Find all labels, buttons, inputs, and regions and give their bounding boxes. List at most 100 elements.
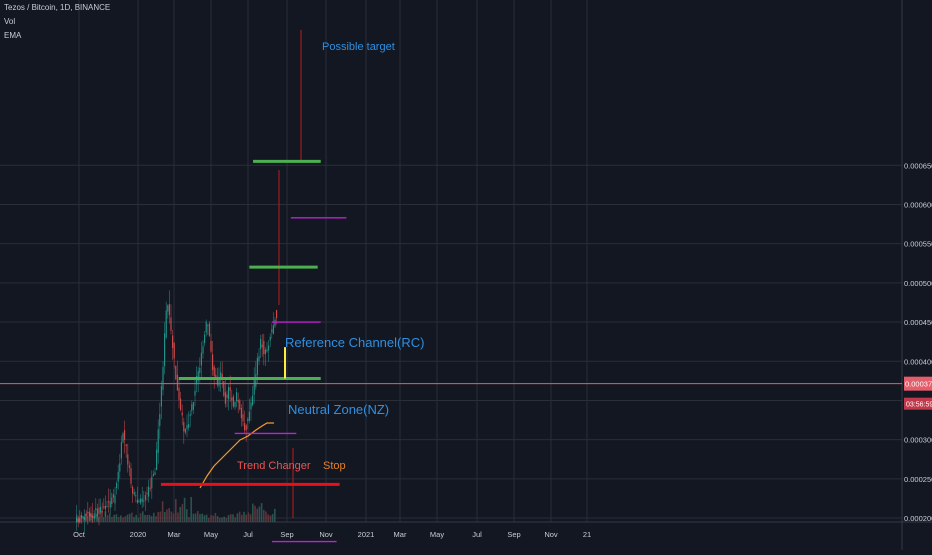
candle-body (213, 366, 215, 376)
volume-bar (247, 512, 250, 522)
candle-body (144, 495, 146, 501)
candle-body (146, 492, 148, 495)
volume-bar (181, 504, 184, 522)
candle-body (120, 442, 122, 459)
candle-body (100, 506, 102, 513)
time-tick-label: Nov (544, 530, 558, 539)
candle-body (188, 424, 190, 428)
candle-body (93, 515, 95, 519)
volume-bar (157, 511, 159, 522)
price-tick-label: 0.0006500 (904, 161, 932, 170)
candle-body (90, 513, 92, 518)
volume-bar (254, 505, 256, 522)
volume-bar (256, 508, 258, 522)
candle-body (116, 483, 118, 488)
candle-body (202, 346, 204, 354)
time-tick-label: 2020 (130, 530, 147, 539)
candle-body (207, 325, 209, 327)
candle-body (159, 413, 161, 426)
volume-bar (203, 515, 206, 522)
candle-body (234, 401, 236, 408)
candle-body (252, 395, 254, 406)
candle-body (248, 411, 250, 421)
candle-body (80, 515, 82, 519)
candle-body (165, 310, 167, 338)
candle-body (98, 507, 100, 515)
candle-body (181, 412, 183, 416)
volume-bar (177, 512, 179, 522)
candle-body (228, 386, 230, 400)
candle-body (176, 374, 178, 391)
candle-body (189, 414, 191, 417)
volume-bar (155, 516, 157, 522)
candle-body (184, 428, 186, 433)
volume-bar (216, 516, 219, 522)
candle-body (173, 342, 175, 359)
candle-body (183, 422, 185, 432)
volume-bar (111, 516, 113, 522)
volume-bar (265, 511, 267, 522)
candle-body (85, 513, 87, 516)
candle-body (76, 517, 78, 523)
candle-body (253, 380, 255, 395)
volume-bar (221, 517, 223, 522)
candle-body (192, 401, 194, 410)
candle-body (224, 392, 226, 404)
chart-svg[interactable]: 0.0006500 0.0006000 0.0005500 0.0005000 0.00… (0, 0, 932, 550)
candle-body (244, 423, 246, 431)
candle-body (156, 449, 158, 470)
candle-body (258, 356, 260, 361)
candle-body (186, 425, 188, 429)
candle-body (143, 500, 145, 502)
candle-body (274, 319, 276, 327)
volume-bar (170, 511, 173, 522)
time-tick-label: Jul (243, 530, 253, 539)
price-tick-label: 0.0005500 (904, 240, 932, 249)
ema-indicator-label[interactable]: EMA (4, 31, 21, 40)
price-tick-label: 0.0002500 (904, 475, 932, 484)
volume-bar (128, 513, 131, 522)
candle-body (88, 511, 90, 517)
candle-body (112, 494, 114, 498)
stop-label: Stop (323, 460, 346, 472)
trend-changer-label: Trend Changer (237, 460, 311, 472)
candle-body (204, 334, 206, 344)
candle-body (133, 492, 135, 495)
candle-body (148, 486, 150, 497)
candle-body (266, 349, 268, 352)
volume-bar (164, 512, 166, 522)
volume-bar (106, 515, 109, 522)
candle-body (162, 367, 164, 390)
volume-bar (124, 516, 126, 522)
chart-area[interactable]: 0.0006500 0.0006000 0.0005500 0.0005000 0.00… (0, 0, 932, 550)
price-tick-label: 0.0004000 (904, 357, 932, 366)
volume-bar (199, 514, 201, 522)
candle-body (125, 444, 127, 447)
volume-bar (133, 517, 135, 522)
possible-target-label: Possible target (322, 41, 395, 53)
volume-bar (274, 508, 276, 522)
volume-bar (227, 514, 230, 522)
volume-bar (150, 516, 153, 522)
volume-bar (232, 514, 234, 522)
volume-bar (109, 513, 111, 522)
candle-body (272, 325, 274, 334)
candle-body (180, 398, 182, 411)
volume-bar (223, 516, 225, 522)
candle-body (226, 394, 228, 398)
candle-body (117, 471, 119, 482)
candle-body (271, 329, 273, 333)
volume-bar (197, 511, 199, 522)
volume-bar (188, 517, 190, 522)
volume-bar (161, 501, 164, 522)
symbol-title[interactable]: Tezos / Bitcoin, 1D, BINANCE (4, 3, 110, 12)
candle-body (82, 516, 84, 519)
candle-body (141, 498, 143, 502)
candle-body (164, 333, 166, 367)
price-tick-label: 0.0006000 (904, 200, 932, 209)
vol-indicator-label[interactable]: Vol (4, 17, 15, 26)
volume-bar (190, 497, 192, 522)
time-tick-label: Sep (280, 530, 293, 539)
candle-body (269, 336, 271, 341)
candle-body (167, 305, 169, 312)
